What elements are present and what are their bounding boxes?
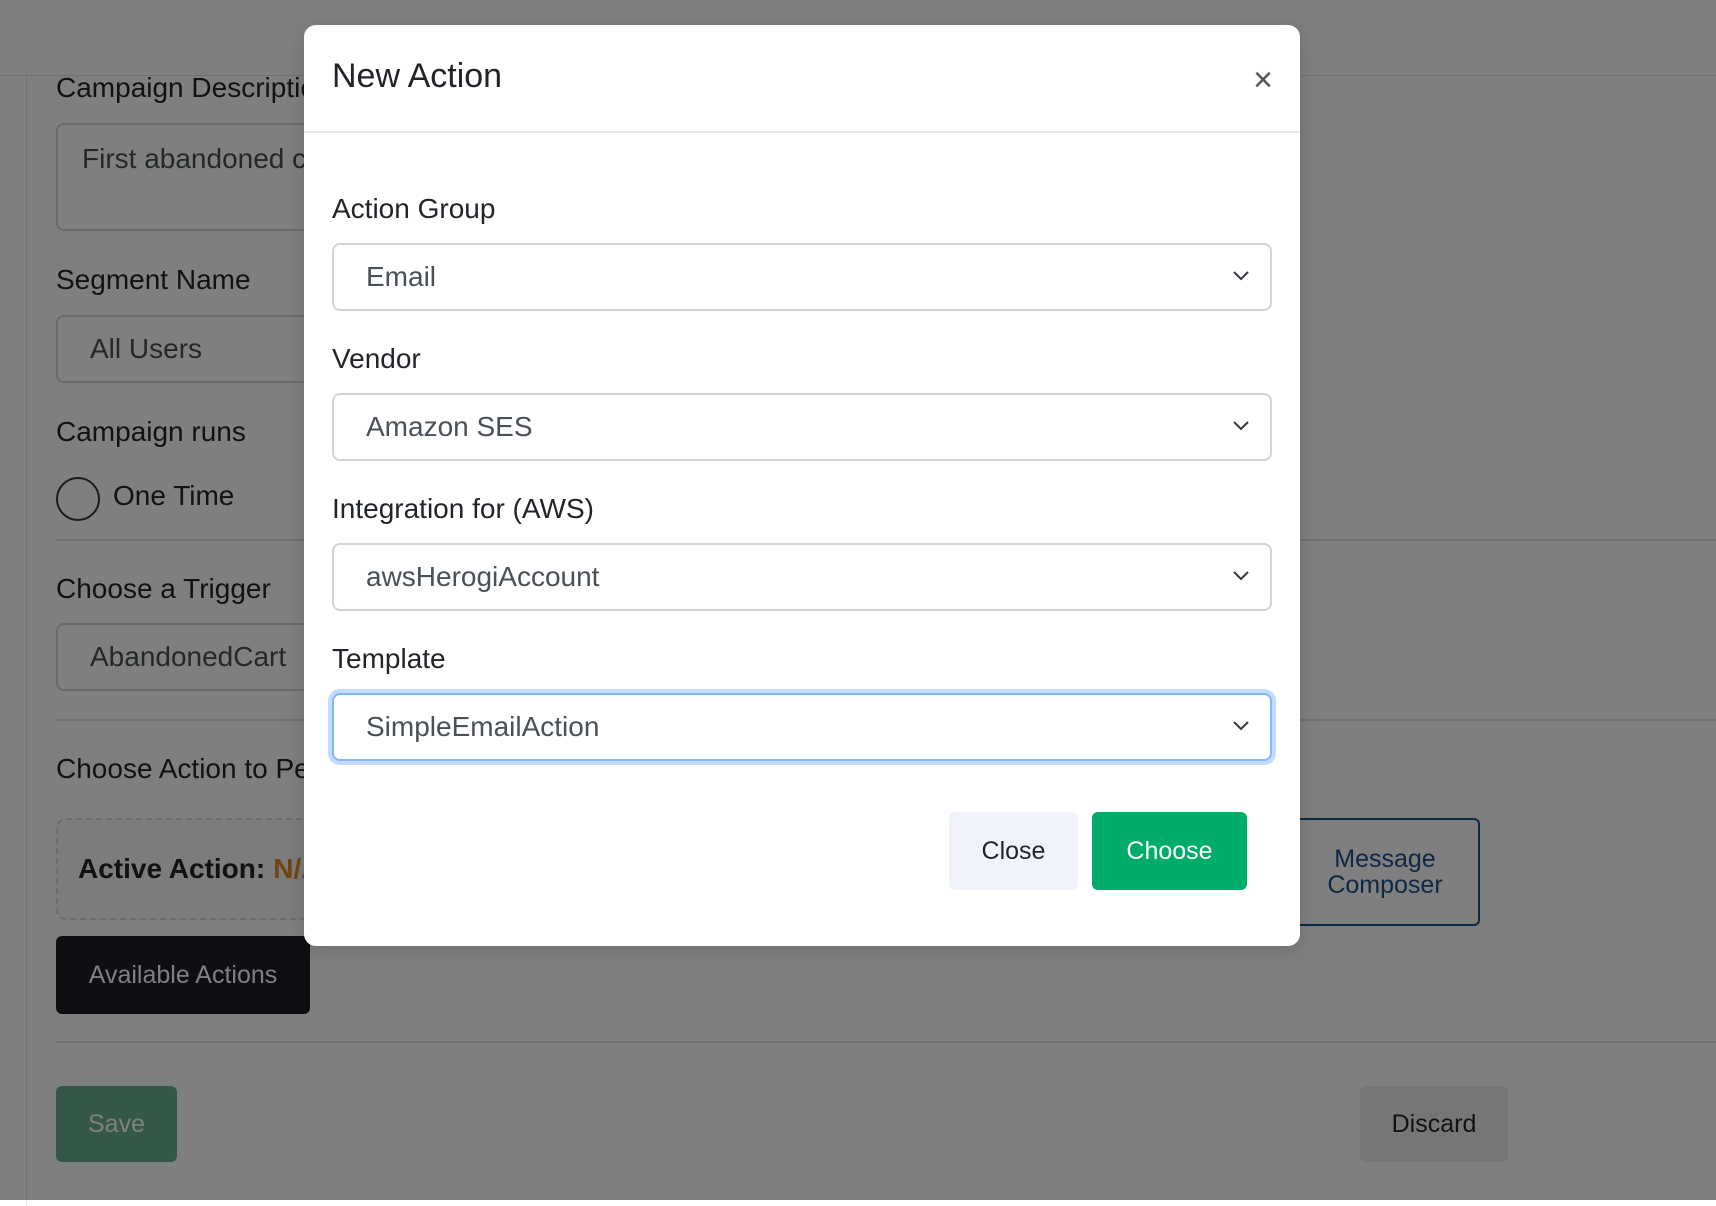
action-group-value: Email (366, 261, 437, 292)
modal-header: New Action × (304, 25, 1300, 133)
vendor-value: Amazon SES (366, 411, 533, 442)
integration-label: Integration for (AWS) (332, 493, 594, 524)
modal-title: New Action (332, 57, 503, 95)
vendor-select[interactable]: Amazon SES (332, 393, 1272, 461)
chevron-down-icon (1233, 721, 1249, 731)
integration-value: awsHerogiAccount (366, 561, 600, 592)
action-group-select[interactable]: Email (332, 243, 1272, 311)
template-value: SimpleEmailAction (366, 711, 600, 742)
chevron-down-icon (1233, 571, 1249, 581)
close-button[interactable]: Close (949, 812, 1078, 890)
choose-button[interactable]: Choose (1092, 812, 1247, 890)
vendor-label: Vendor (332, 343, 421, 374)
chevron-down-icon (1233, 421, 1249, 431)
template-label: Template (332, 643, 446, 674)
integration-select[interactable]: awsHerogiAccount (332, 543, 1272, 611)
action-group-label: Action Group (332, 193, 496, 224)
chevron-down-icon (1233, 271, 1249, 281)
new-action-modal: New Action × Action Group Email Vendor A… (304, 25, 1300, 946)
close-icon[interactable]: × (1248, 63, 1278, 97)
template-select[interactable]: SimpleEmailAction (332, 693, 1272, 761)
